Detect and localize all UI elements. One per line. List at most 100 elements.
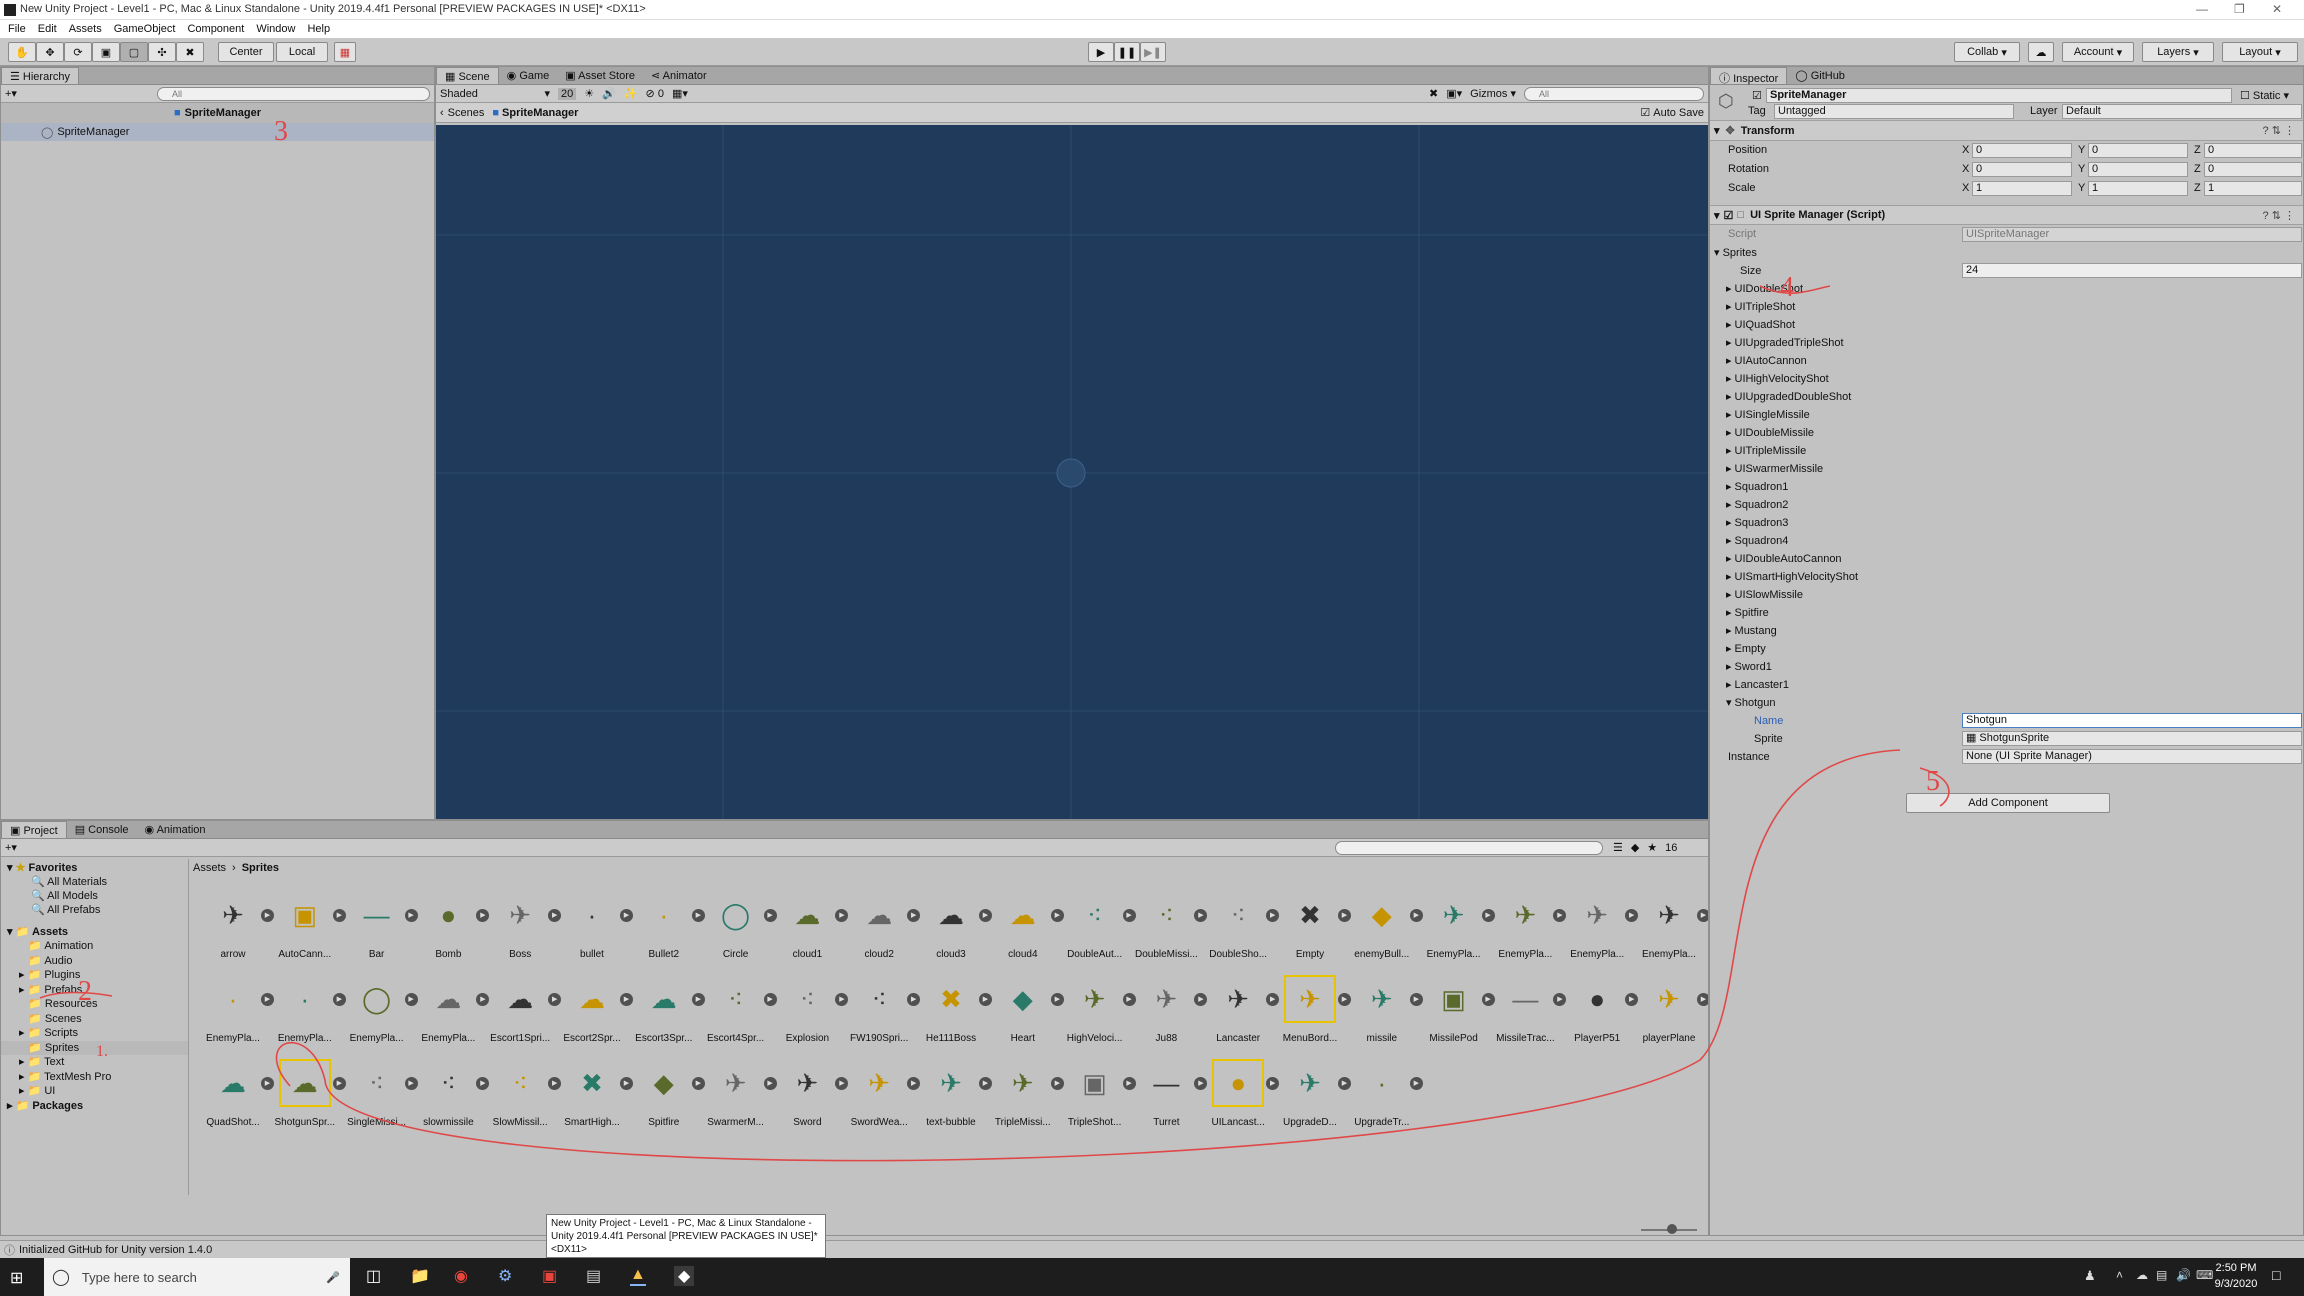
sprite-asset[interactable]: ◯ ▶ EnemyPla... <box>341 967 418 1047</box>
clock-date[interactable]: 9/3/2020 <box>2206 1278 2266 1290</box>
tag-dropdown[interactable]: Untagged <box>1774 104 2014 119</box>
sprite-element-foldout[interactable]: ▸ Mustang <box>1726 622 2026 640</box>
sprite-element-foldout[interactable]: ▸ UISingleMissile <box>1726 406 2026 424</box>
enabled-checkbox[interactable]: ☑ <box>1724 209 1734 222</box>
assets-folder[interactable]: ▾ 📁 Assets <box>1 925 188 939</box>
size-field[interactable]: 24 <box>1962 263 2302 278</box>
sprite-asset[interactable]: ✈ ▶ SwarmerM... <box>700 1051 777 1131</box>
sprite-asset[interactable]: ― ▶ Bar <box>341 883 418 963</box>
sprite-element-foldout[interactable]: ▸ UISlowMissile <box>1726 586 2026 604</box>
unity-editor-icon[interactable]: ◆ <box>674 1266 695 1286</box>
sprite-asset[interactable]: ✈ ▶ arrow <box>197 883 274 963</box>
onedrive-icon[interactable]: ☁ <box>2136 1268 2148 1282</box>
sprite-asset[interactable]: · ▶ bullet <box>556 883 633 963</box>
instance-field[interactable]: None (UI Sprite Manager) <box>1962 749 2302 764</box>
taskbar-search-box[interactable]: ◯ Type here to search 🎤 <box>44 1258 350 1296</box>
sprite-asset[interactable]: ☁ ▶ EnemyPla... <box>412 967 490 1047</box>
menu-help[interactable]: Help <box>307 23 330 35</box>
tab-animator[interactable]: ⋖ Animator <box>643 67 715 84</box>
sprite-asset[interactable]: ✖ ▶ SmartHigh... <box>556 1051 633 1131</box>
sprite-element-foldout[interactable]: ▸ Spitfire <box>1726 604 2026 622</box>
sprite-asset[interactable]: ☁ ▶ ShotgunSpr... <box>269 1051 346 1131</box>
sprite-asset[interactable]: ⁖ ▶ FW190Spri... <box>843 967 921 1047</box>
collab-button[interactable]: Collab ▾ <box>1954 42 2020 62</box>
script-component-header[interactable]: ▾ ☑ □ UI Sprite Manager (Script) ? ⇅ ⋮ <box>1710 205 2303 225</box>
expand-arrow-icon[interactable]: ▶ <box>1697 909 1708 922</box>
step-icon[interactable]: ▶❚ <box>1140 42 1166 62</box>
zoom-slider-thumb[interactable] <box>1667 1224 1677 1234</box>
sprite-asset[interactable]: ● ▶ UILancast... <box>1202 1051 1280 1131</box>
sprite-asset[interactable]: ✈ ▶ playerPlane <box>1633 967 1708 1047</box>
filter-type-icon[interactable]: ☰ <box>1613 841 1623 854</box>
sprite-element-foldout[interactable]: ▸ Squadron3 <box>1726 514 2026 532</box>
sprite-asset[interactable]: ✖ ▶ Empty <box>1274 883 1351 963</box>
folder-resources[interactable]: 📁 Resources <box>1 997 188 1012</box>
menu-gameobject[interactable]: GameObject <box>114 23 176 35</box>
position-z-field[interactable]: 0 <box>2204 143 2302 158</box>
sprite-element-foldout[interactable]: ▸ UITripleMissile <box>1726 442 2026 460</box>
folder-text[interactable]: ▸ 📁 Text <box>1 1055 188 1070</box>
hierarchy-item[interactable]: ◯ SpriteManager <box>1 123 434 141</box>
back-arrow-icon[interactable]: ‹ <box>440 107 444 119</box>
breadcrumb-sprites[interactable]: Sprites <box>242 862 279 874</box>
grid-dropdown-icon[interactable]: ▦▾ <box>672 87 688 100</box>
scale-tool-icon[interactable]: ▣ <box>92 42 120 62</box>
app-icon[interactable]: ▣ <box>542 1266 557 1286</box>
tab-asset-store[interactable]: ▣ Asset Store <box>557 67 643 84</box>
steam-icon[interactable]: ⚙ <box>498 1266 512 1286</box>
play-icon[interactable]: ▶ <box>1088 42 1114 62</box>
sprite-asset[interactable]: ✈ ▶ Lancaster <box>1202 967 1280 1047</box>
account-dropdown[interactable]: Account ▾ <box>2062 42 2134 62</box>
menu-file[interactable]: File <box>8 23 26 35</box>
component-menu-icon[interactable]: ? ⇅ ⋮ <box>2263 124 2295 137</box>
camera-dropdown-icon[interactable]: ▣▾ <box>1446 87 1462 100</box>
menu-edit[interactable]: Edit <box>38 23 57 35</box>
sprite-asset[interactable]: ▣ ▶ MissilePod <box>1418 967 1495 1047</box>
position-y-field[interactable]: 0 <box>2088 143 2188 158</box>
object-name-field[interactable]: SpriteManager <box>1766 88 2232 103</box>
shading-mode-dropdown[interactable]: Shaded ▾ <box>440 87 550 101</box>
sprite-asset[interactable]: ✈ ▶ EnemyPla... <box>1418 883 1495 963</box>
layers-dropdown[interactable]: Layers ▾ <box>2142 42 2214 62</box>
sprite-asset[interactable]: ● ▶ PlayerP51 <box>1561 967 1639 1047</box>
close-icon[interactable]: ✕ <box>2272 2 2282 16</box>
scale-z-field[interactable]: 1 <box>2204 181 2302 196</box>
sprite-asset[interactable]: ✈ ▶ MenuBord... <box>1274 967 1351 1047</box>
favorite-all-models[interactable]: 🔍 All Models <box>1 889 188 903</box>
component-menu-icon[interactable]: ? ⇅ ⋮ <box>2263 209 2295 222</box>
sprite-element-foldout[interactable]: ▾ Shotgun <box>1726 694 2026 712</box>
folder-audio[interactable]: 📁 Audio <box>1 954 188 969</box>
effects-icon[interactable]: ✨ <box>624 87 638 100</box>
app-icon[interactable]: ▤ <box>586 1266 601 1286</box>
sprite-asset[interactable]: ☁ ▶ Escort1Spri... <box>484 967 562 1047</box>
sprite-asset[interactable]: ✈ ▶ TripleMissi... <box>987 1051 1064 1131</box>
create-icon[interactable]: +▾ <box>5 841 17 854</box>
layer-dropdown[interactable]: Default <box>2062 104 2302 119</box>
shotgun-name-field[interactable]: Shotgun <box>1962 713 2302 728</box>
breadcrumb-assets[interactable]: Assets <box>193 862 226 874</box>
sprite-element-foldout[interactable]: ▸ Squadron1 <box>1726 478 2026 496</box>
sprite-element-foldout[interactable]: ▸ UITripleShot <box>1726 298 2026 316</box>
favorite-icon[interactable]: ★ <box>1647 841 1657 854</box>
menu-assets[interactable]: Assets <box>69 23 102 35</box>
rotate-tool-icon[interactable]: ⟳ <box>64 42 92 62</box>
clock-time[interactable]: 2:50 PM <box>2206 1262 2266 1274</box>
gizmos-dropdown[interactable]: Gizmos ▾ <box>1470 87 1516 101</box>
sprite-asset[interactable]: ✖ ▶ He111Boss <box>915 967 992 1047</box>
shotgun-sprite-field[interactable]: ▦ ShotgunSprite <box>1962 731 2302 746</box>
scene-viewport[interactable] <box>436 125 1708 819</box>
add-component-button[interactable]: Add Component <box>1906 793 2110 813</box>
folder-ui[interactable]: ▸ 📁 UI <box>1 1084 188 1099</box>
audio-icon[interactable]: 🔊 <box>602 87 616 100</box>
sprite-asset[interactable]: ⁖ ▶ SlowMissil... <box>484 1051 562 1131</box>
rotation-z-field[interactable]: 0 <box>2204 162 2302 177</box>
minimize-icon[interactable]: — <box>2196 2 2208 16</box>
sprite-asset[interactable]: ☁ ▶ cloud1 <box>771 883 849 963</box>
tray-chevron-icon[interactable]: ˄ <box>2116 1268 2123 1282</box>
cloud-icon[interactable]: ☁ <box>2028 42 2054 62</box>
auto-save-checkbox[interactable]: ☑ <box>1640 106 1650 119</box>
windows-start-icon[interactable]: ⊞ <box>10 1268 23 1288</box>
sprite-asset[interactable]: ✈ ▶ EnemyPla... <box>1489 883 1567 963</box>
breadcrumb-scenes[interactable]: Scenes <box>448 107 485 119</box>
tab-github[interactable]: ◯ GitHub <box>1787 67 1853 84</box>
